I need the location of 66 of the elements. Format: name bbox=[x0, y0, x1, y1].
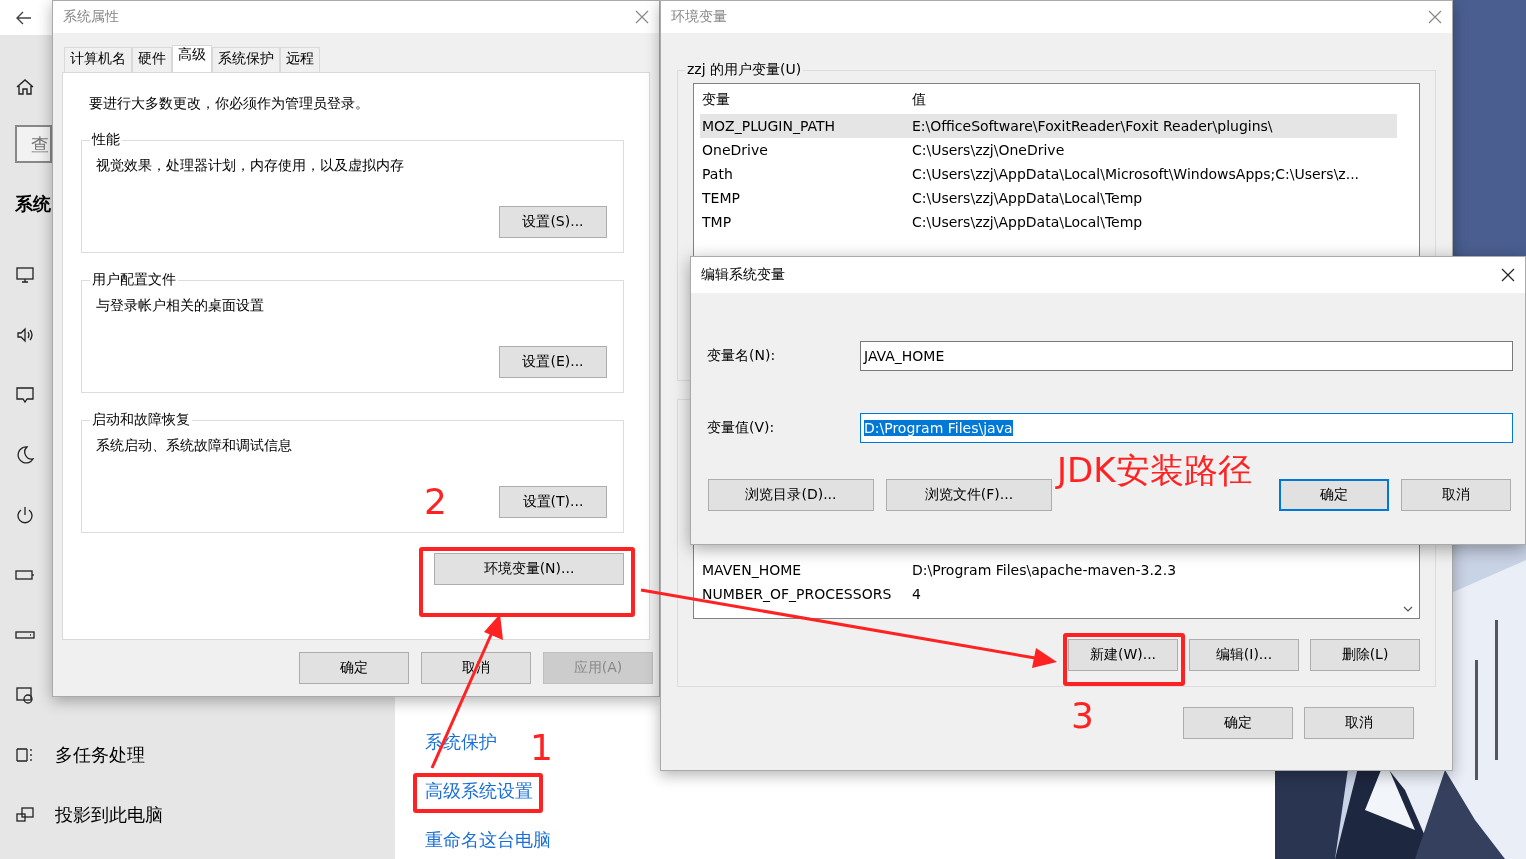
column-header[interactable]: 值 bbox=[912, 91, 1397, 109]
search-field[interactable]: 查 bbox=[15, 125, 52, 163]
column-header[interactable]: 变量 bbox=[700, 91, 912, 109]
group-title: 性能 bbox=[90, 131, 121, 149]
tab[interactable]: 计算机名 bbox=[64, 47, 132, 72]
tablet-icon[interactable] bbox=[15, 685, 35, 705]
window-title: 环境变量 bbox=[671, 8, 727, 26]
close-icon[interactable] bbox=[1501, 268, 1515, 282]
group-description: 系统启动、系统故障和调试信息 bbox=[96, 437, 293, 455]
tab[interactable]: 系统保护 bbox=[212, 47, 280, 72]
step-number: 1 bbox=[530, 728, 553, 768]
table-cell-text: D:\Program Files\apache-maven-3.2.3 bbox=[912, 562, 1178, 578]
group-title: zzj 的用户变量(U) bbox=[686, 61, 803, 79]
group-title: 用户配置文件 bbox=[91, 271, 177, 289]
table-cell-text: 4 bbox=[912, 586, 922, 602]
list-action-button[interactable]: 编辑(I)... bbox=[1189, 639, 1299, 671]
browse-button[interactable]: 浏览目录(D)... bbox=[708, 479, 874, 511]
variable-row[interactable]: Path C:\Users\zzj\AppData\Local\Microsoft\WindowsApps;C:\Users\z... bbox=[700, 162, 1397, 186]
variable-row[interactable]: MOZ_PLUGIN_PATH E:\OfficeSoftware\FoxitReader\Foxit Reader\plugins\ bbox=[700, 114, 1397, 138]
tab[interactable]: 高级 bbox=[172, 45, 212, 72]
section-header: 系统 bbox=[15, 192, 51, 216]
home-icon[interactable] bbox=[15, 77, 35, 97]
tab[interactable]: 远程 bbox=[280, 47, 320, 72]
browse-button[interactable]: 浏览文件(F)... bbox=[886, 479, 1052, 511]
group-description: 与登录帐户相关的桌面设置 bbox=[96, 297, 265, 315]
settings-button[interactable]: 设置(T)... bbox=[499, 486, 607, 518]
project-icon[interactable] bbox=[15, 805, 35, 825]
field-label: 变量值(V): bbox=[707, 419, 776, 437]
table-cell-text: NUMBER_OF_PROCESSORS bbox=[701, 586, 893, 602]
dialog-button[interactable]: 确定 bbox=[1183, 707, 1293, 739]
multitask-icon[interactable] bbox=[15, 745, 35, 765]
annotation-text: JDK安装路径 bbox=[1057, 449, 1252, 492]
dialog-button[interactable]: 取消 bbox=[1401, 479, 1511, 511]
window-title: 系统属性 bbox=[63, 8, 119, 26]
step-number: 2 bbox=[424, 482, 447, 522]
admin-note: 要进行大多数更改，你必须作为管理员登录。 bbox=[89, 95, 370, 113]
settings-link[interactable]: 高级系统设置 bbox=[425, 777, 533, 804]
dialog-button[interactable]: 取消 bbox=[1304, 707, 1414, 739]
table-cell-text: MAVEN_HOME bbox=[701, 562, 803, 578]
settings-link[interactable]: 重命名这台电脑 bbox=[425, 826, 551, 853]
notification-icon[interactable] bbox=[15, 385, 35, 405]
list-action-button[interactable]: 新建(W)... bbox=[1068, 639, 1178, 671]
sound-icon[interactable] bbox=[15, 325, 35, 345]
scroll-down-icon[interactable] bbox=[1403, 606, 1413, 612]
nav-item[interactable]: 投影到此电脑 bbox=[55, 803, 163, 827]
dialog-button[interactable]: 确定 bbox=[1279, 479, 1389, 511]
group-title: 启动和故障恢复 bbox=[91, 411, 191, 429]
environment-variables-button[interactable]: 环境变量(N)... bbox=[434, 553, 624, 585]
power-icon[interactable] bbox=[15, 505, 35, 525]
list-action-button[interactable]: 删除(L) bbox=[1310, 639, 1420, 671]
variable-row[interactable]: TMP C:\Users\zzj\AppData\Local\Temp bbox=[700, 210, 1397, 234]
nav-item[interactable]: 多任务处理 bbox=[55, 743, 145, 767]
field-label: 变量名(N): bbox=[707, 347, 777, 365]
input-field[interactable]: JAVA_HOME bbox=[860, 341, 1513, 371]
display-icon[interactable] bbox=[15, 265, 35, 285]
window-title: 编辑系统变量 bbox=[701, 266, 785, 284]
variable-row[interactable]: OneDrive C:\Users\zzj\OneDrive bbox=[700, 138, 1397, 162]
variable-row[interactable]: TEMP C:\Users\zzj\AppData\Local\Temp bbox=[700, 186, 1397, 210]
input-field[interactable]: D:\Program Files\java bbox=[860, 413, 1513, 443]
moon-icon[interactable] bbox=[15, 445, 35, 465]
tab[interactable]: 硬件 bbox=[132, 47, 172, 72]
step-number: 3 bbox=[1071, 696, 1094, 736]
settings-button[interactable]: 设置(E)... bbox=[499, 346, 607, 378]
settings-button[interactable]: 设置(S)... bbox=[499, 206, 607, 238]
dialog-button[interactable]: 确定 bbox=[299, 652, 409, 684]
group-description: 视觉效果，处理器计划，内存使用，以及虚拟内存 bbox=[96, 157, 405, 175]
